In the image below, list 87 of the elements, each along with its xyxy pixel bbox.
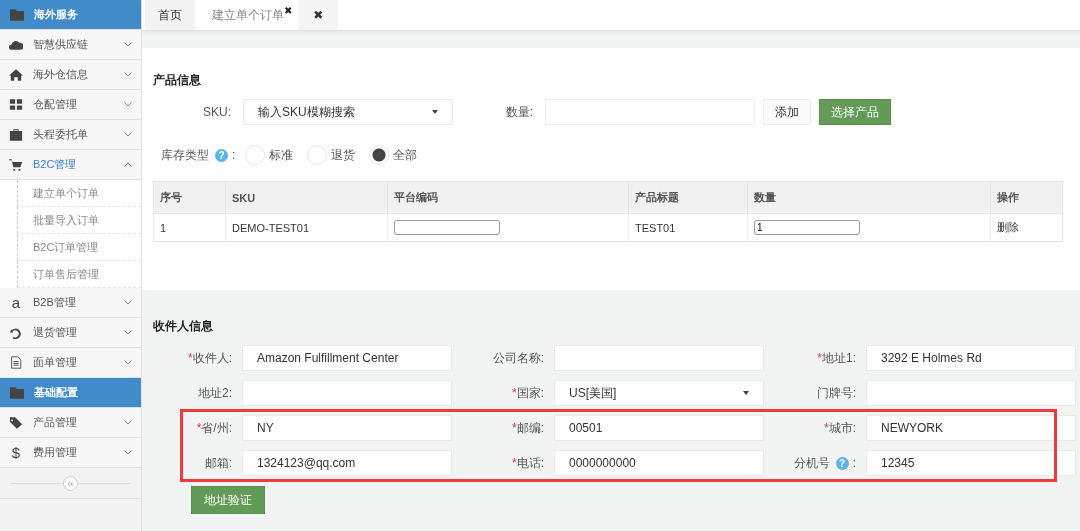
submenu-item[interactable]: 批量导入订单 xyxy=(17,207,141,234)
tab[interactable]: 建立单个订单$^{✖}$ xyxy=(197,0,297,30)
radio-label: 全部 xyxy=(393,146,418,164)
field-label: SKU: xyxy=(202,105,231,119)
chevron-icon xyxy=(124,300,132,305)
chevron-icon xyxy=(124,360,132,365)
sidebar-item[interactable]: 智慧供应链 xyxy=(0,30,141,60)
briefcase-icon xyxy=(9,128,23,141)
sidebar-item[interactable]: $ 费用管理 xyxy=(0,438,141,468)
sidebar-item[interactable]: 产品管理 xyxy=(0,408,141,438)
input-field[interactable]: 12345 xyxy=(866,450,1076,476)
close-tabs-button[interactable]: ✖ xyxy=(298,0,339,30)
section-title: 收件人信息 xyxy=(153,318,214,335)
field-label: *邮编: xyxy=(511,419,544,437)
table-cell: DEMO-TEST01 xyxy=(225,213,388,242)
field-label: 分机号 ? : xyxy=(792,454,856,472)
sidebar-item[interactable]: a B2B管理 xyxy=(0,288,141,318)
sku-select[interactable]: 输入SKU模糊搜索 xyxy=(243,99,453,125)
doc-icon xyxy=(9,356,23,369)
sidebar-section-header[interactable]: 基础配置 xyxy=(0,378,141,408)
field-label: 库存类型 xyxy=(161,146,209,164)
tab[interactable]: 首页 xyxy=(145,0,195,30)
submenu-item[interactable]: B2C订单管理 xyxy=(17,234,141,261)
grid-icon xyxy=(9,98,23,111)
folder-icon xyxy=(10,386,24,399)
column-header: SKU xyxy=(225,181,388,214)
delete-link[interactable]: 删除 xyxy=(997,221,1019,233)
chevron-icon xyxy=(124,132,132,137)
sidebar-section-header[interactable]: 海外服务 xyxy=(0,0,141,30)
input-field[interactable]: NY xyxy=(242,415,452,441)
table-cell: TEST01 xyxy=(628,213,748,242)
field-label: 公司名称: xyxy=(491,349,544,367)
radio-button[interactable] xyxy=(307,145,328,165)
sidebar-item[interactable]: 海外仓信息 xyxy=(0,60,141,90)
radio-label: 标准 xyxy=(269,146,294,164)
glyph-icon: $ xyxy=(9,445,23,460)
cell-input[interactable]: 1 xyxy=(754,220,860,235)
input-field[interactable]: 3292 E Holmes Rd xyxy=(866,345,1076,371)
field-label: 邮箱: xyxy=(203,454,232,472)
radio-button[interactable] xyxy=(369,145,390,165)
field-label: *收件人: xyxy=(187,349,232,367)
radio-label: 退货 xyxy=(331,146,356,164)
input-field[interactable]: NEWYORK xyxy=(866,415,1076,441)
country-select[interactable]: US[美国] xyxy=(554,380,764,406)
field-label: 数量: xyxy=(504,103,533,121)
chevron-icon xyxy=(124,450,132,455)
section-title: 产品信息 xyxy=(153,72,202,89)
chevron-icon xyxy=(124,420,132,425)
cell-input[interactable] xyxy=(394,220,500,235)
undo-icon xyxy=(9,326,23,339)
colon: : xyxy=(232,148,236,162)
chevron-icon xyxy=(124,330,132,335)
chevron-icon xyxy=(124,102,132,107)
home-icon xyxy=(9,68,23,81)
chevron-icon xyxy=(124,72,132,77)
column-header: 平台编码 xyxy=(387,181,629,214)
input-field[interactable]: 00501 xyxy=(554,415,764,441)
sidebar-item[interactable]: B2C管理 xyxy=(0,150,141,180)
tag-icon xyxy=(9,416,23,429)
sidebar-item[interactable]: 面单管理 xyxy=(0,348,141,378)
cart-icon xyxy=(9,158,23,171)
field-label: 门牌号: xyxy=(815,384,856,402)
sidebar-item[interactable]: 头程委托单 xyxy=(0,120,141,150)
column-header: 操作 xyxy=(990,181,1063,214)
chevron-icon xyxy=(124,162,132,167)
submenu-item[interactable]: 建立单个订单 xyxy=(17,180,141,207)
chevron-icon xyxy=(124,42,132,47)
folder-icon xyxy=(10,8,24,21)
field-label: *电话: xyxy=(511,454,544,472)
field-label: *国家: xyxy=(511,384,544,402)
field-label: *地址1: xyxy=(816,349,856,367)
column-header: 序号 xyxy=(153,181,226,214)
field-label: *城市: xyxy=(823,419,856,437)
input-field[interactable]: Amazon Fulfillment Center xyxy=(242,345,452,371)
column-header: 数量 xyxy=(747,181,991,214)
input-field[interactable]: 1324123@qq.com xyxy=(242,450,452,476)
add-button[interactable]: 添加 xyxy=(763,99,811,125)
sidebar-item[interactable]: 仓配管理 xyxy=(0,90,141,120)
sidebar-item[interactable]: 退货管理 xyxy=(0,318,141,348)
column-header: 产品标题 xyxy=(628,181,748,214)
radio-button[interactable] xyxy=(245,145,266,165)
field-label: 地址2: xyxy=(197,384,232,402)
table-cell: 1 xyxy=(153,213,226,242)
glyph-icon: a xyxy=(9,295,23,310)
field-label: *省/州: xyxy=(195,419,232,437)
cloud-icon xyxy=(9,38,23,51)
input-field[interactable]: 0000000000 xyxy=(554,450,764,476)
